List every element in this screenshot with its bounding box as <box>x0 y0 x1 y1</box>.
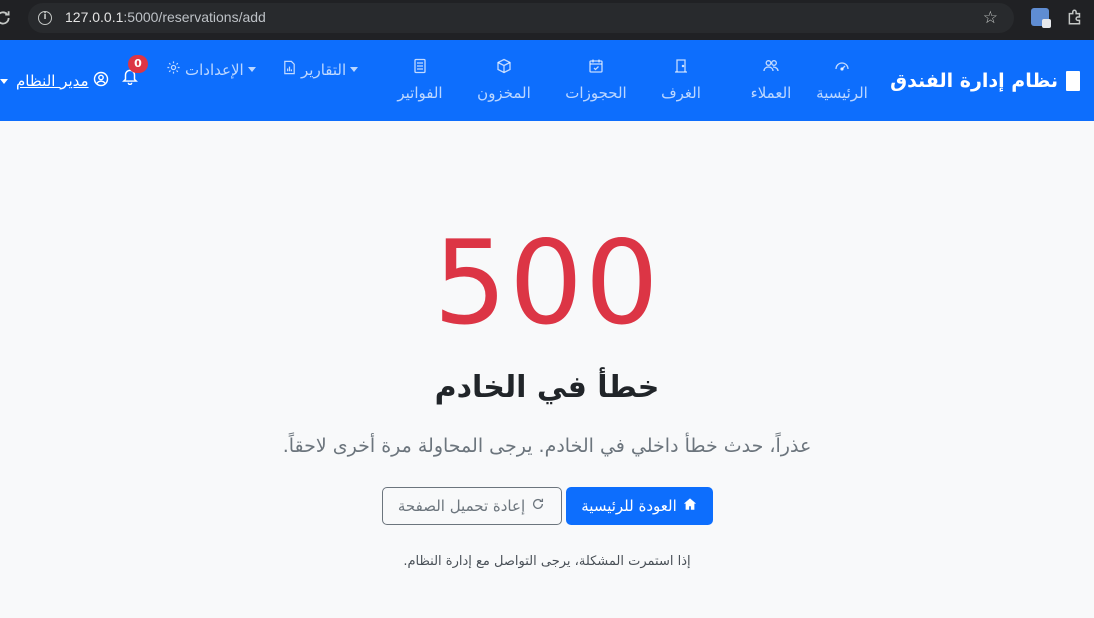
nav-item-home[interactable]: الرئيسية <box>802 58 882 102</box>
nav-dropdown-reports[interactable]: التقارير <box>282 60 362 79</box>
home-button-label: العودة للرئيسية <box>581 497 677 515</box>
nav-item-rooms[interactable]: الغرف <box>641 58 721 102</box>
error-title: خطأ في الخادم <box>434 370 660 405</box>
brand-title: نظام إدارة الفندق <box>890 70 1058 92</box>
user-menu[interactable]: مدير النظام <box>0 71 109 91</box>
person-circle-icon <box>93 71 109 91</box>
caret-down-icon <box>247 67 256 72</box>
nav-item-label: الرئيسية <box>816 84 868 102</box>
home-button[interactable]: العودة للرئيسية <box>565 487 713 525</box>
reload-button-label: إعادة تحميل الصفحة <box>397 497 526 515</box>
translate-extension-icon[interactable] <box>1031 8 1051 28</box>
door-icon <box>641 58 721 78</box>
file-chart-icon <box>282 60 297 79</box>
nav-item-label: المخزون <box>477 84 531 102</box>
caret-down-icon <box>0 78 8 84</box>
error-message: عذراً، حدث خطأ داخلي في الخادم. يرجى الم… <box>282 435 812 457</box>
site-info-icon[interactable]: i <box>38 11 52 25</box>
house-icon <box>683 497 697 515</box>
settings-label: الإعدادات <box>185 60 244 79</box>
receipt-icon <box>380 58 460 78</box>
nav-item-invoices[interactable]: الفواتير <box>380 58 460 102</box>
reload-page-button[interactable]: إعادة تحميل الصفحة <box>381 487 562 525</box>
refresh-icon <box>531 497 545 515</box>
nav-item-label: الفواتير <box>397 84 443 102</box>
building-icon <box>1066 71 1080 91</box>
nav-item-customers[interactable]: العملاء <box>731 58 811 102</box>
nav-item-label: الغرف <box>661 84 701 102</box>
calendar-check-icon <box>556 58 636 78</box>
nav-item-label: الحجوزات <box>565 84 627 102</box>
brand[interactable]: نظام إدارة الفندق <box>890 70 1080 92</box>
nav-item-inventory[interactable]: المخزون <box>464 58 544 102</box>
nav-item-reservations[interactable]: الحجوزات <box>556 58 636 102</box>
support-note: إذا استمرت المشكلة، يرجى التواصل مع إدار… <box>403 554 691 569</box>
address-bar[interactable]: i 127.0.0.1:5000/reservations/add ☆ <box>28 3 1014 33</box>
reload-icon[interactable] <box>0 9 12 27</box>
nav-item-label: العملاء <box>750 84 792 102</box>
gear-icon <box>166 60 181 79</box>
notification-count-badge: 0 <box>128 55 148 73</box>
error-code: 500 <box>433 216 661 351</box>
user-name: مدير النظام <box>16 72 89 90</box>
box-icon <box>464 58 544 78</box>
extensions-puzzle-icon[interactable] <box>1066 8 1084 26</box>
nav-dropdown-settings[interactable]: الإعدادات <box>166 60 260 79</box>
reports-label: التقارير <box>301 60 347 79</box>
error-page: 500 خطأ في الخادم عذراً، حدث خطأ داخلي ف… <box>0 121 1094 618</box>
browser-chrome: i 127.0.0.1:5000/reservations/add ☆ <box>0 0 1094 40</box>
caret-down-icon <box>350 67 359 72</box>
error-actions: العودة للرئيسية إعادة تحميل الصفحة <box>0 487 1094 525</box>
bookmark-star-icon[interactable]: ☆ <box>983 8 998 28</box>
speedometer-icon <box>802 58 882 78</box>
people-icon <box>731 58 811 78</box>
top-navbar: نظام إدارة الفندق الرئيسية العملاء الغرف… <box>0 40 1094 121</box>
url-text[interactable]: 127.0.0.1:5000/reservations/add <box>65 9 266 25</box>
